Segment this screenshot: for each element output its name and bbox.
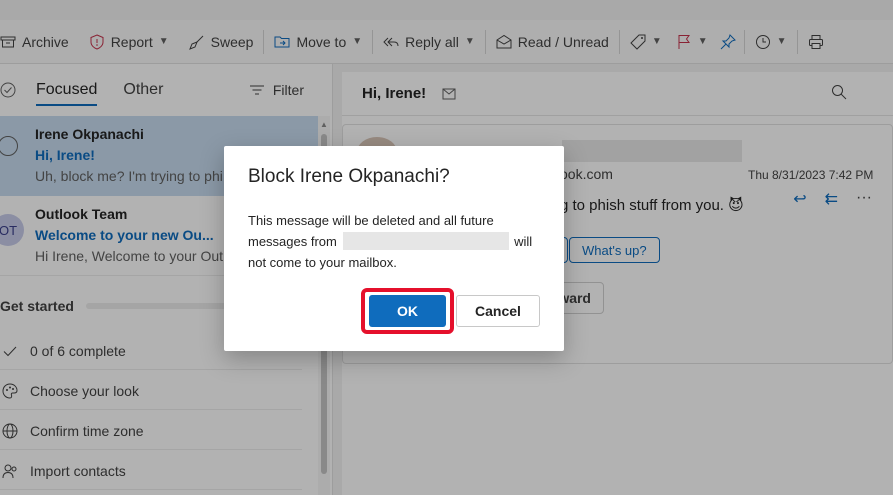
ok-button[interactable]: OK bbox=[369, 295, 446, 327]
dialog-title: Block Irene Okpanachi? bbox=[248, 166, 450, 187]
cancel-button[interactable]: Cancel bbox=[456, 295, 540, 327]
block-sender-dialog: Block Irene Okpanachi? This message will… bbox=[224, 146, 564, 351]
dialog-message: This message will be deleted and all fut… bbox=[248, 210, 548, 273]
redacted-email bbox=[342, 232, 509, 250]
